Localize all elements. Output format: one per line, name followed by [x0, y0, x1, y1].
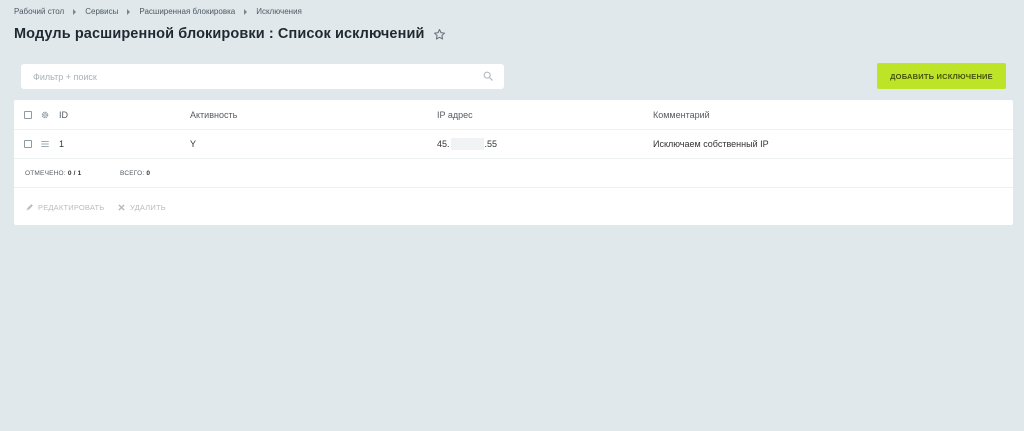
- search-icon[interactable]: [483, 71, 493, 81]
- cell-active: Y: [190, 139, 197, 149]
- column-header-id[interactable]: ID: [59, 100, 68, 129]
- breadcrumb-separator-icon: [127, 8, 131, 15]
- page-title: Модуль расширенной блокировки : Список и…: [14, 26, 425, 42]
- ip-suffix: .55: [484, 139, 498, 149]
- cell-id: 1: [59, 139, 65, 149]
- gear-icon[interactable]: [40, 110, 50, 120]
- edit-action-label: РЕДАКТИРОВАТЬ: [38, 202, 105, 212]
- filter-search-box: [21, 64, 504, 89]
- breadcrumb: Рабочий стол Сервисы Расширенная блокиро…: [14, 7, 302, 16]
- total-label: ВСЕГО:: [120, 170, 145, 177]
- ip-prefix: 45.: [437, 139, 450, 149]
- table-row[interactable]: 1 Y 45. .55 Исключаем собственный IP: [14, 130, 1013, 159]
- exceptions-table: ID Активность IP адрес Комментарий 1 Y 4…: [14, 100, 1013, 225]
- filter-search-input[interactable]: [21, 64, 461, 89]
- column-header-comment[interactable]: Комментарий: [653, 100, 710, 129]
- pencil-icon: [26, 203, 33, 210]
- column-header-active[interactable]: Активность: [190, 100, 237, 129]
- table-header-row: ID Активность IP адрес Комментарий: [14, 100, 1013, 130]
- selected-count: ОТМЕЧЕНО: 0 / 1: [25, 170, 81, 177]
- edit-action[interactable]: РЕДАКТИРОВАТЬ: [25, 203, 104, 212]
- selected-value: 0 / 1: [67, 170, 82, 177]
- table-footer-stats: ОТМЕЧЕНО: 0 / 1 ВСЕГО: 0: [14, 160, 1013, 188]
- ip-redaction-mask: [450, 138, 484, 150]
- add-exception-button[interactable]: ДОБАВИТЬ ИСКЛЮЧЕНИЕ: [877, 63, 1006, 89]
- row-menu-icon[interactable]: [40, 139, 50, 149]
- title-row: Модуль расширенной блокировки : Список и…: [14, 26, 446, 42]
- breadcrumb-separator-icon: [244, 8, 248, 15]
- selected-label: ОТМЕЧЕНО:: [25, 170, 66, 177]
- breadcrumb-separator-icon: [73, 8, 77, 15]
- breadcrumb-exceptions[interactable]: Исключения: [256, 7, 302, 16]
- row-checkbox[interactable]: [24, 140, 32, 148]
- total-count: ВСЕГО: 0: [120, 170, 150, 177]
- column-header-ip[interactable]: IP адрес: [437, 100, 473, 129]
- breadcrumb-advanced-blocking[interactable]: Расширенная блокировка: [139, 7, 235, 16]
- delete-action[interactable]: УДАЛИТЬ: [117, 203, 166, 212]
- delete-action-label: УДАЛИТЬ: [130, 202, 166, 212]
- breadcrumb-desktop[interactable]: Рабочий стол: [14, 7, 64, 16]
- cell-ip: 45. .55: [437, 130, 497, 158]
- select-all-checkbox[interactable]: [24, 110, 32, 119]
- star-icon[interactable]: [433, 28, 446, 41]
- breadcrumb-services[interactable]: Сервисы: [85, 7, 118, 16]
- close-icon: [118, 203, 125, 211]
- group-actions-bar: РЕДАКТИРОВАТЬ УДАЛИТЬ: [14, 189, 1013, 225]
- cell-comment: Исключаем собственный IP: [653, 139, 769, 149]
- total-value: 0: [146, 170, 151, 177]
